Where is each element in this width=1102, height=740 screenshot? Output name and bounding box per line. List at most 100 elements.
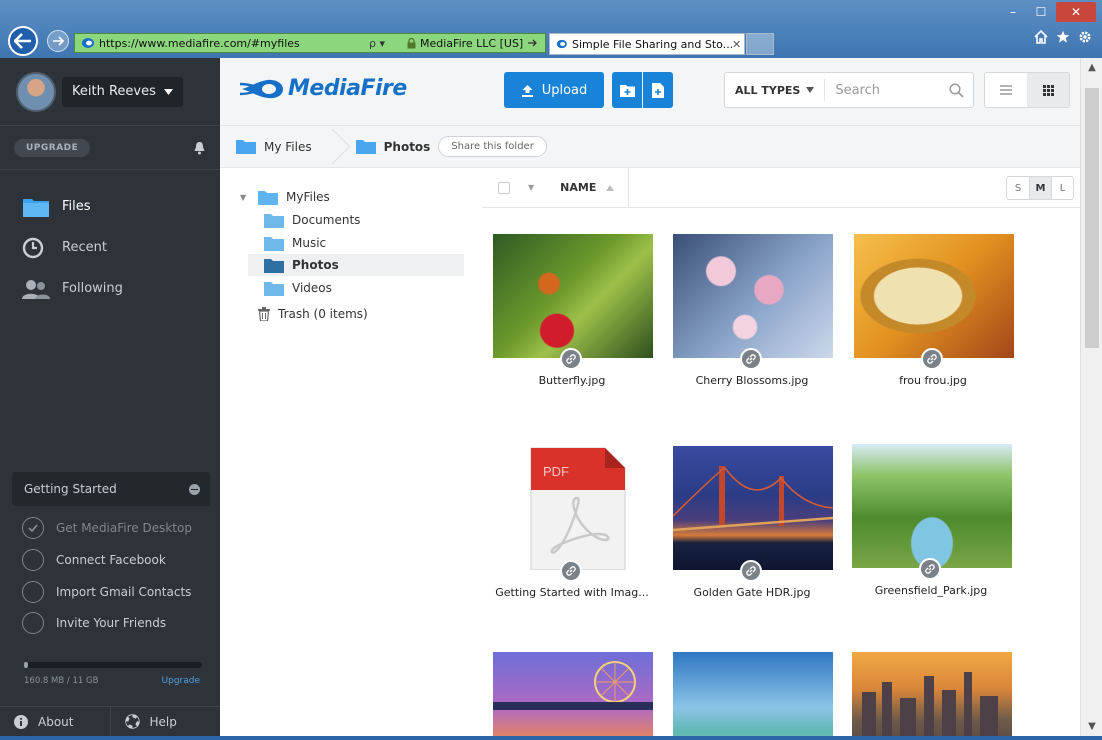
new-folder-button[interactable] <box>612 72 642 108</box>
file-type-filter[interactable]: ALL TYPES <box>725 79 826 101</box>
home-icon[interactable] <box>1034 30 1048 44</box>
empty-circle-icon <box>22 549 44 571</box>
select-menu-caret-icon[interactable]: ▼ <box>528 183 534 192</box>
file-thumbnail[interactable] <box>673 234 833 358</box>
link-icon <box>746 354 756 364</box>
security-certificate[interactable]: MediaFire LLC [US] <box>407 37 538 50</box>
address-bar[interactable]: https://www.mediafire.com/#myfiles ρ ▾ M… <box>74 33 546 53</box>
getting-started-item[interactable]: Get MediaFire Desktop <box>22 516 192 540</box>
minimize-button[interactable]: – <box>1000 2 1026 22</box>
file-thumbnail[interactable] <box>673 652 833 736</box>
breadcrumb-my-files[interactable]: My Files <box>220 126 328 168</box>
back-button[interactable] <box>8 26 38 56</box>
select-all-checkbox[interactable] <box>498 181 510 194</box>
share-link-button[interactable] <box>740 560 762 582</box>
new-file-button[interactable] <box>643 72 673 108</box>
sort-by-name[interactable]: NAME <box>560 167 630 208</box>
folder-icon <box>264 213 284 228</box>
tree-item-myfiles[interactable]: ▼ MyFiles <box>240 186 330 208</box>
sidebar-item-files[interactable]: Files <box>0 186 220 227</box>
browser-tab[interactable]: Simple File Sharing and Sto... ✕ <box>549 33 745 55</box>
file-name: Greensfield_Park.jpg <box>874 584 988 597</box>
forward-button[interactable] <box>47 30 69 52</box>
folder-icon <box>264 281 284 296</box>
size-medium-button[interactable]: M <box>1029 177 1051 199</box>
search-button[interactable] <box>939 82 973 98</box>
link-icon <box>746 566 756 576</box>
upgrade-button[interactable]: UPGRADE <box>14 138 91 157</box>
file-thumbnail[interactable] <box>493 652 653 736</box>
trash-icon <box>258 307 270 321</box>
tree-item-photos[interactable]: Photos <box>248 254 464 276</box>
file-thumbnail[interactable]: PDF <box>493 446 653 570</box>
list-view-button[interactable] <box>985 73 1027 107</box>
address-search-dropdown[interactable]: ρ ▾ <box>369 37 407 50</box>
grid-view-button[interactable] <box>1027 73 1069 107</box>
new-tab-button[interactable] <box>746 33 774 55</box>
size-small-button[interactable]: S <box>1007 177 1029 199</box>
getting-started-item[interactable]: Invite Your Friends <box>22 611 166 635</box>
scroll-up-icon[interactable]: ▲ <box>1081 62 1102 73</box>
avatar[interactable] <box>16 71 56 112</box>
about-label: About <box>38 714 74 729</box>
collapse-icon[interactable] <box>189 483 200 495</box>
help-button[interactable]: Help <box>109 707 221 736</box>
user-row: Keith Reeves <box>0 58 220 126</box>
folder-icon <box>258 190 278 205</box>
getting-started-title: Getting Started <box>24 482 117 496</box>
star-icon[interactable] <box>1056 30 1070 44</box>
tree-item-trash[interactable]: Trash (0 items) <box>258 303 368 325</box>
share-link-button[interactable] <box>560 560 582 582</box>
tab-title: Simple File Sharing and Sto... <box>572 37 732 51</box>
page-scrollbar[interactable]: ▲ ▼ <box>1080 58 1102 736</box>
sidebar-item-following[interactable]: Following <box>0 268 220 309</box>
file-thumbnail[interactable] <box>852 444 1012 568</box>
about-button[interactable]: About <box>0 707 110 736</box>
file-thumbnail[interactable] <box>854 234 1014 358</box>
page-viewport: Keith Reeves UPGRADE Files Recent Follow… <box>0 58 1080 736</box>
upload-button[interactable]: Upload <box>504 72 604 108</box>
scroll-down-icon[interactable]: ▼ <box>1081 721 1102 732</box>
expand-caret-icon[interactable]: ▼ <box>240 193 250 202</box>
bridge-image-icon <box>673 466 833 532</box>
breadcrumb-photos[interactable]: Photos <box>340 126 439 168</box>
bell-icon <box>194 141 205 154</box>
close-tab-button[interactable]: ✕ <box>732 38 741 51</box>
maximize-button[interactable]: ☐ <box>1028 2 1054 22</box>
share-link-button[interactable] <box>560 348 582 370</box>
empty-circle-icon <box>22 612 44 634</box>
share-link-button[interactable] <box>921 348 943 370</box>
caret-down-icon <box>163 88 173 95</box>
upload-icon <box>521 84 533 97</box>
share-link-button[interactable] <box>740 348 762 370</box>
file-thumbnail[interactable] <box>493 234 653 358</box>
file-thumbnail[interactable] <box>673 446 833 570</box>
gear-icon[interactable] <box>1078 30 1092 44</box>
getting-started-item[interactable]: Import Gmail Contacts <box>22 580 191 604</box>
sidebar-item-recent[interactable]: Recent <box>0 227 220 268</box>
user-menu-button[interactable]: Keith Reeves <box>62 76 183 107</box>
share-folder-button[interactable]: Share this folder <box>438 136 547 157</box>
search-input[interactable]: Search <box>825 83 939 98</box>
tree-item-music[interactable]: Music <box>264 232 326 254</box>
tree-item-documents[interactable]: Documents <box>264 209 360 231</box>
storage-usage-fill <box>24 662 28 668</box>
tree-item-label: Music <box>292 236 327 250</box>
mediafire-logo[interactable]: MediaFire <box>240 76 407 101</box>
tree-item-videos[interactable]: Videos <box>264 277 332 299</box>
folder-icon <box>264 258 284 273</box>
arrow-right-icon <box>53 36 64 46</box>
storage-upgrade-link[interactable]: Upgrade <box>162 676 200 686</box>
share-link-button[interactable] <box>919 558 941 580</box>
size-large-button[interactable]: L <box>1051 177 1073 199</box>
notifications-button[interactable] <box>193 141 206 155</box>
getting-started-panel[interactable]: Getting Started <box>12 472 210 506</box>
scrollbar-thumb[interactable] <box>1085 88 1099 348</box>
ferris-wheel-image-icon <box>493 661 653 710</box>
file-thumbnail[interactable] <box>852 652 1012 736</box>
url-text: https://www.mediafire.com/#myfiles <box>99 36 300 50</box>
search-box: ALL TYPES Search <box>724 72 974 108</box>
getting-started-item[interactable]: Connect Facebook <box>22 548 166 572</box>
app-header: MediaFire Upload ALL TYPES Search <box>220 58 1080 126</box>
close-window-button[interactable]: ✕ <box>1056 2 1096 22</box>
